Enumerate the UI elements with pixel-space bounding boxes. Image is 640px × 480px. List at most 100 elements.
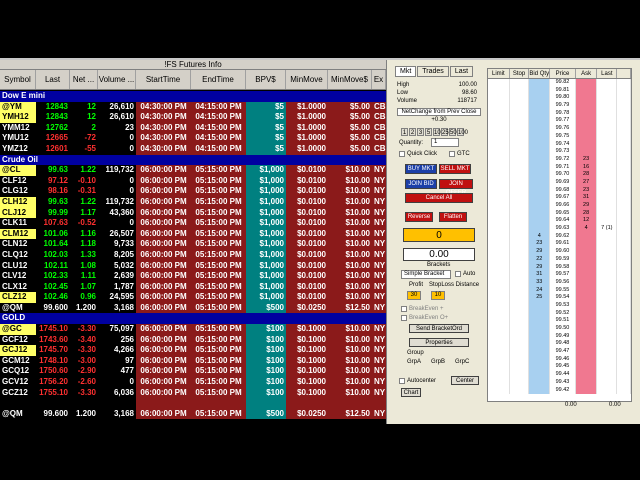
ladder-cell-ask[interactable] — [575, 140, 598, 149]
quick-click-checkbox[interactable] — [399, 151, 405, 157]
table-row[interactable]: CLV12 102.33 1.11 2,639 06:00:00 PM 05:15:00 … — [0, 271, 386, 282]
ladder-cell-stop[interactable] — [510, 363, 530, 372]
ladder-cell-extra[interactable] — [617, 171, 631, 179]
ladder-cell-stop[interactable] — [510, 194, 530, 202]
breakeven2-checkbox[interactable] — [401, 315, 407, 321]
ladder-cell-limit[interactable] — [488, 202, 510, 210]
ladder-cell-last[interactable] — [597, 240, 618, 249]
ladder-cell-ask[interactable]: 23 — [575, 186, 598, 195]
ladder-cell-extra[interactable] — [617, 332, 631, 341]
ladder-cell-bid[interactable] — [529, 148, 551, 156]
ladder-cell-ask[interactable]: 12 — [575, 217, 598, 226]
ladder-cell-last[interactable] — [597, 355, 618, 364]
ladder-cell-bid[interactable] — [529, 325, 551, 333]
ladder-cell-extra[interactable] — [617, 225, 631, 233]
ladder-cell-extra[interactable] — [617, 301, 631, 310]
ladder-row[interactable]: 99.45 — [488, 363, 631, 372]
grp-a-radio[interactable]: GrpA — [407, 359, 421, 365]
table-row[interactable]: @YM 12843 12 26,610 04:30:00 PM 04:15:00 PM $5… — [0, 101, 386, 113]
ladder-cell-stop[interactable] — [510, 371, 530, 379]
ladder-cell-ask[interactable] — [575, 148, 598, 156]
ladder-cell-last[interactable] — [597, 102, 618, 110]
ladder-cell-limit[interactable] — [488, 178, 510, 187]
ladder-cell-limit[interactable] — [488, 325, 510, 333]
ladder-cell-bid[interactable] — [529, 378, 551, 387]
ladder-cell-stop[interactable] — [510, 171, 530, 179]
ladder-cell-extra[interactable] — [617, 325, 631, 333]
table-row[interactable]: GCV12 1756.20 -2.60 0 06:00:00 PM 05:15:00 PM… — [0, 377, 386, 388]
ladder-row[interactable]: 99.44 — [488, 371, 631, 379]
ladder-cell-extra[interactable] — [617, 263, 631, 272]
ladder-cell-bid[interactable] — [529, 371, 551, 379]
ladder-cell-extra[interactable] — [617, 363, 631, 372]
ladder-cell-last[interactable] — [597, 378, 618, 387]
price-ladder[interactable]: Limit Stop Bid Qty Price Ask Qty Last 99… — [487, 68, 632, 402]
ladder-row[interactable]: 99.65 28 — [488, 209, 631, 218]
ladder-row[interactable]: 99.81 — [488, 86, 631, 95]
ladder-cell-ask[interactable] — [575, 255, 598, 264]
ladder-cell-last[interactable] — [597, 363, 618, 372]
ladder-row[interactable]: 99.50 — [488, 325, 631, 333]
ladder-cell-last[interactable] — [597, 255, 618, 264]
ladder-row[interactable]: 99.63 4 7 (1) — [488, 225, 631, 233]
ladder-cell-stop[interactable] — [510, 340, 530, 349]
ladder-cell-ask[interactable] — [575, 240, 598, 249]
ladder-cell-extra[interactable] — [617, 148, 631, 156]
ladder-cell-ask[interactable] — [575, 386, 598, 395]
ladder-cell-last[interactable] — [597, 340, 618, 349]
ladder-cell-stop[interactable] — [510, 140, 530, 149]
ladder-cell-extra[interactable] — [617, 94, 631, 103]
ladder-cell-last[interactable] — [597, 202, 618, 210]
ladder-cell-stop[interactable] — [510, 117, 530, 126]
table-row[interactable]: @GC 1745.10 -3.30 75,097 06:00:00 PM 05:15:00… — [0, 324, 386, 335]
tab-last[interactable]: Last — [449, 66, 474, 77]
ladder-row[interactable]: 99.48 — [488, 340, 631, 349]
ladder-cell-extra[interactable] — [617, 286, 631, 295]
ladder-cell-last[interactable] — [597, 248, 618, 256]
ladder-cell-bid[interactable] — [529, 355, 551, 364]
ladder-cell-bid[interactable] — [529, 309, 551, 318]
group-header[interactable]: Crude Oil — [0, 154, 386, 166]
table-row[interactable]: @QM 99.600 1.200 3,168 06:00:00 PM 05:15:00 P… — [0, 302, 386, 314]
ladder-cell-extra[interactable] — [617, 240, 631, 249]
ladder-cell-stop[interactable] — [510, 102, 530, 110]
ladder-cell-last[interactable] — [597, 309, 618, 318]
col-header-starttime[interactable]: StartTime — [136, 70, 191, 89]
ladder-row[interactable]: 99.52 — [488, 309, 631, 318]
ladder-cell-bid[interactable] — [529, 140, 551, 149]
ladder-cell-stop[interactable] — [510, 263, 530, 272]
ladder-cell-last[interactable] — [597, 348, 618, 356]
ladder-cell-ask[interactable] — [575, 332, 598, 341]
ladder-cell-extra[interactable] — [617, 355, 631, 364]
ladder-cell-stop[interactable] — [510, 301, 530, 310]
ladder-row[interactable]: 4 99.62 — [488, 232, 631, 241]
ladder-cell-stop[interactable] — [510, 132, 530, 141]
ladder-cell-bid[interactable] — [529, 102, 551, 110]
ladder-cell-last[interactable] — [597, 148, 618, 156]
table-row[interactable]: CLQ12 102.03 1.33 8,205 06:00:00 PM 05:15:00 … — [0, 249, 386, 261]
ladder-row[interactable]: 99.79 — [488, 102, 631, 110]
table-row[interactable]: YMH12 12843 12 26,610 04:30:00 PM 04:15:00 PM… — [0, 112, 386, 123]
ladder-cell-ask[interactable] — [575, 232, 598, 241]
ladder-cell-stop[interactable] — [510, 148, 530, 156]
ladder-row[interactable]: 99.75 — [488, 132, 631, 141]
table-row[interactable]: CLJ12 99.99 1.17 43,360 06:00:00 PM 05:15:00 … — [0, 207, 386, 219]
ladder-cell-extra[interactable] — [617, 271, 631, 279]
ladder-cell-bid[interactable] — [529, 125, 551, 133]
table-row[interactable]: YMZ12 12601 -55 0 04:30:00 PM 04:15:00 PM $5 $1… — [0, 143, 386, 155]
table-row[interactable]: @QM 99.600 1.200 3,168 06:00:00 PM 05:15:00 P… — [0, 408, 386, 420]
ladder-cell-extra[interactable] — [617, 232, 631, 241]
send-bracket-button[interactable]: Send BracketOrd — [409, 324, 469, 333]
ladder-row[interactable]: 99.68 23 — [488, 186, 631, 195]
ladder-row[interactable]: 99.46 — [488, 355, 631, 364]
ladder-cell-ask[interactable]: 4 — [575, 225, 598, 233]
ladder-cell-limit[interactable] — [488, 79, 510, 87]
ladder-cell-bid[interactable] — [529, 178, 551, 187]
ladder-cell-ask[interactable] — [575, 340, 598, 349]
col-header-endtime[interactable]: EndTime — [191, 70, 246, 89]
ladder-cell-extra[interactable] — [617, 348, 631, 356]
ladder-cell-limit[interactable] — [488, 217, 510, 226]
ladder-row[interactable]: 25 99.54 — [488, 294, 631, 302]
ladder-cell-bid[interactable]: 23 — [529, 240, 551, 249]
ladder-cell-ask[interactable] — [575, 309, 598, 318]
